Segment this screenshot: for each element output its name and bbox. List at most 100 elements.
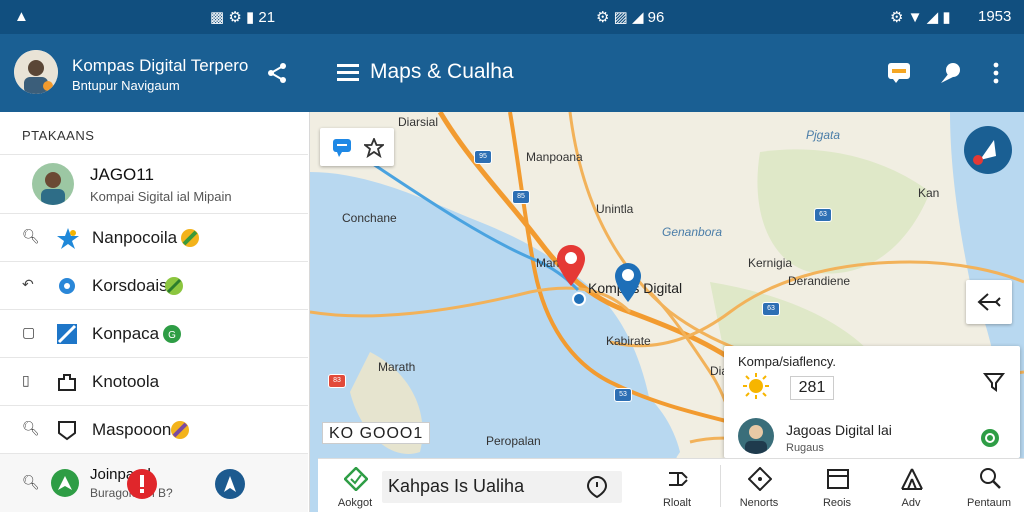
- nav-item-nenorts[interactable]: Nenorts: [724, 459, 794, 513]
- divider: [720, 465, 721, 507]
- app-title: Kompas Digital Terpero: [72, 56, 249, 75]
- svg-text:G: G: [168, 330, 176, 341]
- list-item-label: Konpaca: [92, 324, 160, 343]
- profile-subtitle: Kompai Sigital ial Mipain: [90, 189, 232, 204]
- route-icon: [669, 472, 688, 486]
- status-bar: ▲ ▩ ⚙ ▮ 21 ⚙ ▨ ◢ 96 ⚙ ▼ ◢ ▮ 1953: [0, 0, 1024, 34]
- star-icon: [57, 228, 79, 249]
- list-item-label: Nanpocoila: [92, 228, 178, 247]
- compass-icon[interactable]: [214, 468, 246, 500]
- highway-shield: 83: [328, 374, 346, 388]
- status-icons-center: ⚙ ▨ ◢ 96: [596, 9, 665, 26]
- nav-item-label: Reois: [822, 497, 852, 509]
- badge-icon: G: [163, 325, 181, 343]
- nav-item-label: Rloalt: [662, 497, 692, 509]
- refresh-icon: ↶: [22, 276, 34, 292]
- compass-button[interactable]: [964, 126, 1012, 174]
- profile-name: JAGO11: [90, 165, 154, 184]
- nav-item-aokgot[interactable]: Aokgot: [320, 459, 390, 513]
- search-person-icon: [980, 468, 1001, 489]
- scale-text: KO GOOO1: [329, 425, 424, 442]
- message-icon[interactable]: [332, 138, 352, 158]
- bottom-search-input[interactable]: Kahpas Is Ualiha: [382, 471, 622, 503]
- map-label: Kan: [918, 186, 940, 200]
- info-card[interactable]: Kompa/siaflency. 281 Jagoas Digital lai …: [724, 346, 1020, 458]
- map-tile-icon: [57, 324, 77, 344]
- list-item-label: Maspooon: [92, 420, 172, 439]
- map-label: Derandiene: [788, 274, 851, 288]
- search-icon: 🔍︎: [22, 420, 40, 436]
- chat-icon[interactable]: [884, 58, 914, 88]
- nav-item-rloalt[interactable]: Rloalt: [642, 459, 712, 513]
- signal-icon: ▲: [14, 8, 29, 25]
- location-marker-icon[interactable]: [586, 475, 608, 499]
- puzzle-icon: [58, 374, 76, 391]
- list-item[interactable]: ↶ Korsdoais: [0, 262, 308, 310]
- window-icon: [827, 469, 849, 489]
- nav-item-label: Pentaum: [966, 497, 1012, 509]
- highway-shield: 63: [762, 302, 780, 316]
- list-item-label: Korsdoais: [92, 276, 168, 295]
- shield-icon: [58, 421, 76, 441]
- gear-icon: [59, 278, 75, 294]
- location-pin-icon[interactable]: [936, 58, 966, 88]
- search-icon: 🔍︎: [22, 228, 40, 244]
- clipboard-icon: ▯: [22, 372, 30, 388]
- profile-row[interactable]: JAGO11 Kompai Sigital ial Mipain: [0, 154, 308, 214]
- section-title: PTAKAANS: [22, 128, 95, 143]
- alert-icon[interactable]: [126, 468, 158, 500]
- map-label: Peropalan: [486, 434, 541, 448]
- info-card-avatar: [738, 418, 774, 454]
- app-subtitle: Bntupur Navigaum: [72, 78, 180, 93]
- nav-item-label: Adv: [901, 497, 921, 509]
- blue-location-pin-icon[interactable]: [614, 262, 642, 304]
- nav-item-label: Aokgot: [337, 497, 373, 509]
- list-item[interactable]: ▯ Knotoola: [0, 358, 308, 406]
- directions-button[interactable]: [966, 280, 1012, 324]
- red-location-pin-icon[interactable]: [556, 244, 586, 288]
- app-bar: Kompas Digital Terpero Bntupur Navigaum …: [0, 34, 1024, 112]
- highway-shield: 85: [512, 190, 530, 204]
- clock: 1953: [978, 8, 1012, 25]
- navigation-icon[interactable]: [50, 468, 80, 498]
- nav-item-pentaum[interactable]: Pentaum: [954, 459, 1024, 513]
- map-label: Diarsial: [398, 115, 439, 129]
- share-icon[interactable]: [262, 58, 292, 88]
- map-tools: [320, 128, 394, 166]
- highway-shield: 95: [474, 150, 492, 164]
- map-label: Marath: [378, 360, 416, 374]
- map-label: Manpoana: [526, 150, 583, 164]
- nav-item-reois[interactable]: Reois: [802, 459, 872, 513]
- list-item[interactable]: 🔍︎ Nanpocoila: [0, 214, 308, 262]
- refresh-badge-icon[interactable]: [980, 428, 1000, 448]
- map-label: Kabirate: [606, 334, 651, 348]
- list-item-label: Knotoola: [92, 372, 160, 391]
- info-card-value: 281: [790, 376, 834, 400]
- nav-item-adv[interactable]: Adv: [876, 459, 946, 513]
- info-card-title: Kompa/siaflency.: [738, 354, 837, 369]
- leaf-icon: [181, 229, 199, 247]
- list-item[interactable]: ▢ Konpaca G: [0, 310, 308, 358]
- diamond-icon: [344, 467, 368, 491]
- highway-shield: 63: [814, 208, 832, 222]
- diamond-outline-icon: [748, 467, 772, 491]
- map-label: Pjgata: [806, 128, 841, 142]
- leaf-icon: [171, 421, 189, 439]
- highway-shield: 53: [614, 388, 632, 402]
- filter-icon[interactable]: [982, 370, 1006, 394]
- more-options-icon[interactable]: [984, 58, 1008, 88]
- avatar[interactable]: [14, 50, 58, 94]
- square-icon: ▢: [22, 324, 36, 340]
- bottom-bar: Aokgot Kahpas Is Ualiha Rloalt Nenorts R…: [318, 458, 1024, 512]
- leaf-icon: [165, 277, 183, 295]
- menu-icon[interactable]: [334, 58, 362, 86]
- list-item[interactable]: 🔍︎ Maspooon: [0, 406, 308, 454]
- search-text: Kahpas Is Ualiha: [388, 476, 525, 496]
- info-card-user-name: Jagoas Digital lai: [786, 422, 892, 438]
- tent-icon: [901, 468, 923, 490]
- nav-item-label: Nenorts: [739, 497, 779, 509]
- star-outline-icon[interactable]: [364, 138, 384, 158]
- map-label: Unintla: [596, 202, 634, 216]
- bottom-row[interactable]: 🔍︎ Joinparal Buragoio on B?: [0, 454, 308, 512]
- wifi-icon: ⚙ ▼ ◢ ▮: [890, 9, 951, 26]
